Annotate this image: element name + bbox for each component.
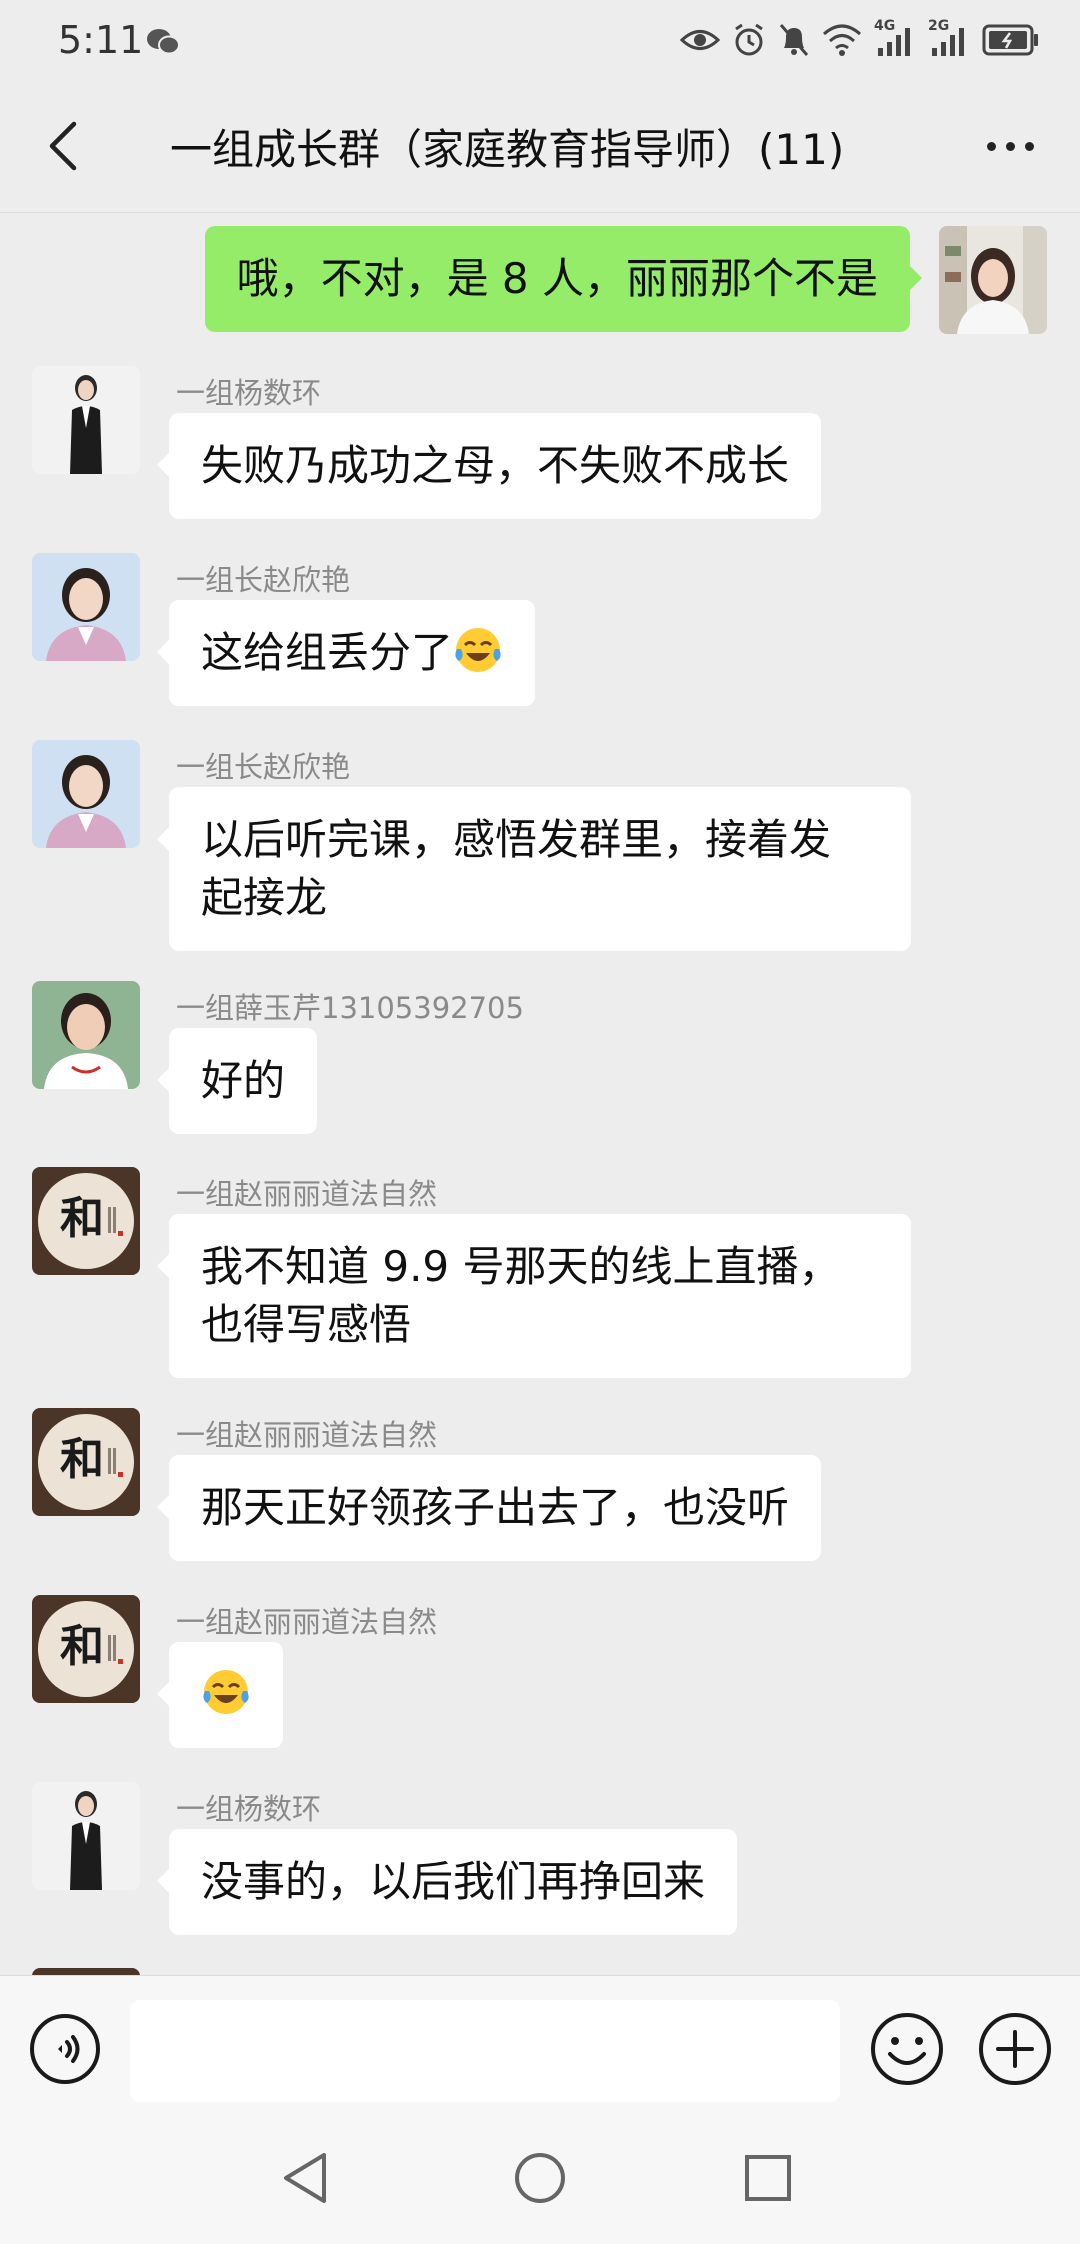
wifi-icon <box>823 24 861 56</box>
crying-laughing-emoji <box>455 628 501 672</box>
message-text: 那天正好领孩子出去了，也没听 <box>201 1483 790 1532</box>
message-text: 失败乃成功之母，不失败不成长 <box>201 441 790 490</box>
avatar-calligraphy: 和 <box>32 1595 140 1703</box>
back-arrow-icon <box>49 121 77 171</box>
message-bubble[interactable]: 以后听完课，感悟发群里，接着发 起接龙 <box>157 787 911 951</box>
more-icon-dot <box>1024 141 1034 151</box>
mute-bell-icon <box>779 24 809 56</box>
avatar[interactable] <box>939 226 1047 334</box>
status-bar: 5:11 4G 2G <box>0 0 1080 84</box>
avatar-photo-yang <box>32 366 140 474</box>
eye-icon <box>680 30 720 50</box>
avatar[interactable] <box>32 1782 140 1890</box>
avatar[interactable] <box>32 366 140 474</box>
message-text-line: 以后听完课，感悟发群里，接着发 <box>201 815 832 864</box>
alarm-icon <box>735 23 763 56</box>
message-bubble[interactable]: 好的 <box>156 1028 318 1134</box>
avatar[interactable]: 和 <box>32 1595 140 1703</box>
message-bubble[interactable]: 没事的，以后我们再挣回来 <box>156 1829 738 1935</box>
sender-name: 一组薛玉芹13105392705 <box>176 991 524 1025</box>
message-text: 哦，不对，是 8 人，丽丽那个不是 <box>236 254 878 303</box>
signal-2g-icon: 2G <box>928 18 970 58</box>
sender-name: 一组长赵欣艳 <box>176 563 351 597</box>
message-text: 好的 <box>201 1056 286 1105</box>
avatar-calligraphy: 和 <box>32 1408 140 1516</box>
system-nav-bar <box>0 2115 1080 2244</box>
sender-name: 一组杨数环 <box>176 376 322 410</box>
avatar[interactable] <box>32 981 140 1089</box>
voice-icon[interactable] <box>28 2012 102 2086</box>
message-bubble[interactable] <box>157 1642 283 1748</box>
message-bubble[interactable]: 哦，不对，是 8 人，丽丽那个不是 <box>204 226 923 332</box>
nav-home-icon[interactable] <box>505 2143 575 2213</box>
message-bubble[interactable]: 这给组丢分了 <box>156 600 536 706</box>
avatar[interactable]: 和 <box>32 1408 140 1516</box>
input-bar <box>0 1975 1080 2115</box>
avatar-photo-xue <box>32 981 140 1089</box>
chat-screen: 5:11 4G 2G 一组成长群（家庭教育指导师）(11) 哦，不对，是 8 人… <box>0 0 1080 2244</box>
message-text-line: 起接龙 <box>201 873 328 922</box>
chat-header: 一组成长群（家庭教育指导师）(11) <box>0 90 1080 202</box>
plus-icon[interactable] <box>976 2010 1054 2088</box>
sender-name: 一组赵丽丽道法自然 <box>176 1418 438 1452</box>
signal-4g-icon: 4G <box>874 18 916 58</box>
avatar-photo-self <box>939 226 1047 334</box>
sender-name: 一组杨数环 <box>176 1792 322 1826</box>
message-text-line: 也得写感悟 <box>201 1300 412 1349</box>
chat-title: 一组成长群（家庭教育指导师）(11) <box>170 125 845 174</box>
avatar-photo-zhao-xinyan <box>32 553 140 661</box>
wechat-notification-icon <box>147 29 180 55</box>
avatar-calligraphy: 和 <box>32 1167 140 1275</box>
avatar-photo-zhao-xinyan <box>32 740 140 848</box>
calligraphy-char: 和 <box>60 1193 104 1244</box>
calligraphy-char: 和 <box>60 1434 104 1485</box>
nav-back-icon[interactable] <box>272 2143 342 2213</box>
crying-laughing-emoji <box>203 1670 249 1714</box>
battery-icon <box>982 24 1038 56</box>
more-button[interactable] <box>970 116 1050 176</box>
message-text: 这给组丢分了 <box>201 628 454 677</box>
calligraphy-char: 和 <box>60 1621 104 1672</box>
avatar[interactable]: 和 <box>32 1167 140 1275</box>
message-bubble[interactable]: 我不知道 9.9 号那天的线上直播， 也得写感悟 <box>157 1214 911 1378</box>
avatar[interactable] <box>32 553 140 661</box>
status-time: 5:11 <box>58 18 144 62</box>
message-text: 没事的，以后我们再挣回来 <box>201 1857 706 1906</box>
nav-recent-icon[interactable] <box>733 2143 803 2213</box>
more-icon-dot <box>1005 141 1015 151</box>
avatar-photo-yang <box>32 1782 140 1890</box>
back-button[interactable] <box>28 110 98 182</box>
sender-name: 一组赵丽丽道法自然 <box>176 1605 438 1639</box>
avatar[interactable] <box>32 740 140 848</box>
emoji-icon[interactable] <box>868 2010 946 2088</box>
header-divider <box>0 212 1080 213</box>
message-input[interactable] <box>130 2000 840 2102</box>
sender-name: 一组长赵欣艳 <box>176 750 351 784</box>
status-icons: 4G 2G <box>680 18 1040 62</box>
sender-name: 一组赵丽丽道法自然 <box>176 1177 438 1211</box>
message-bubble[interactable]: 那天正好领孩子出去了，也没听 <box>156 1455 822 1561</box>
more-icon <box>986 141 996 151</box>
message-text-line: 我不知道 9.9 号那天的线上直播， <box>201 1242 841 1291</box>
message-bubble[interactable]: 失败乃成功之母，不失败不成长 <box>156 413 822 519</box>
